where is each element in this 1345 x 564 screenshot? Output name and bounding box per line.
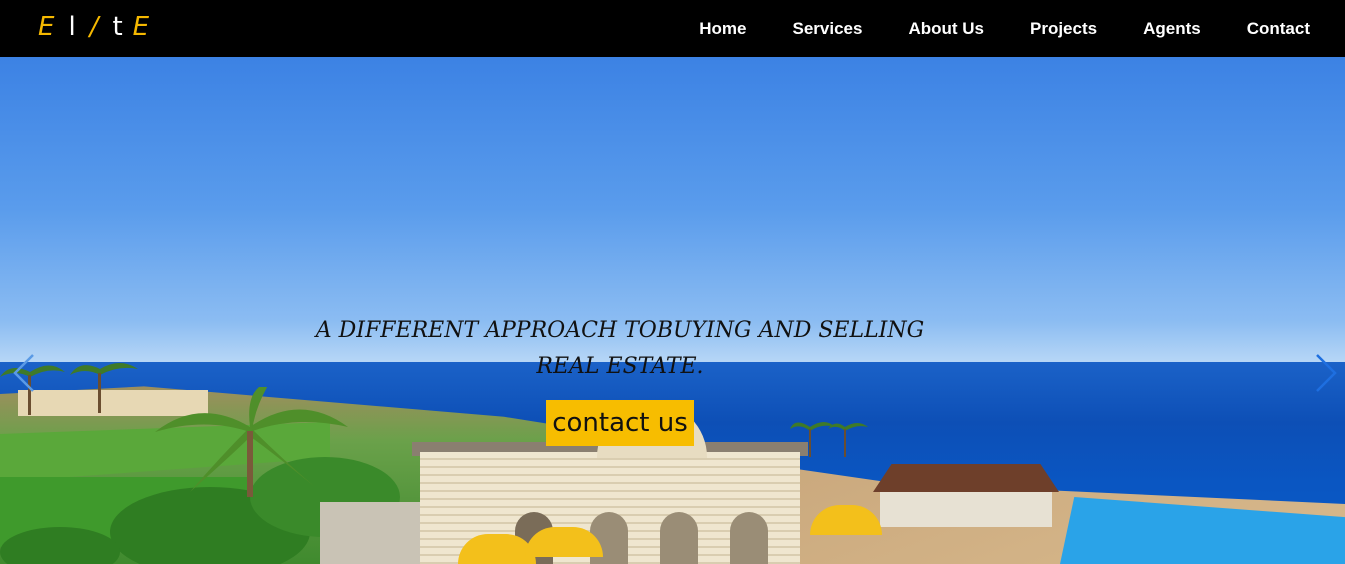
nav-about-us[interactable]: About Us	[908, 19, 984, 39]
contact-us-button[interactable]: contact us	[546, 400, 694, 446]
main-nav: Home Services About Us Projects Agents C…	[699, 0, 1345, 57]
carousel-prev-button[interactable]	[11, 353, 37, 393]
nav-home[interactable]: Home	[699, 19, 746, 39]
nav-contact[interactable]: Contact	[1247, 19, 1310, 39]
nav-agents[interactable]: Agents	[1143, 19, 1201, 39]
logo-letter: l	[68, 12, 76, 42]
logo-letter: E	[38, 12, 55, 42]
navbar: E l / t E Home Services About Us Project…	[0, 0, 1345, 57]
logo-letter: E	[132, 12, 150, 42]
carousel-next-button[interactable]	[1313, 353, 1339, 393]
nav-projects[interactable]: Projects	[1030, 19, 1097, 39]
hero-carousel	[0, 57, 1345, 564]
nav-services[interactable]: Services	[793, 19, 863, 39]
logo-letter: t	[112, 12, 123, 42]
logo-letter: /	[89, 12, 99, 42]
hero-tagline: A DIFFERENT APPROACH TOBUYING AND SELLIN…	[315, 318, 925, 379]
site-logo[interactable]: E l / t E	[38, 11, 149, 43]
chevron-right-icon	[1316, 354, 1337, 392]
chevron-left-icon	[13, 354, 34, 392]
